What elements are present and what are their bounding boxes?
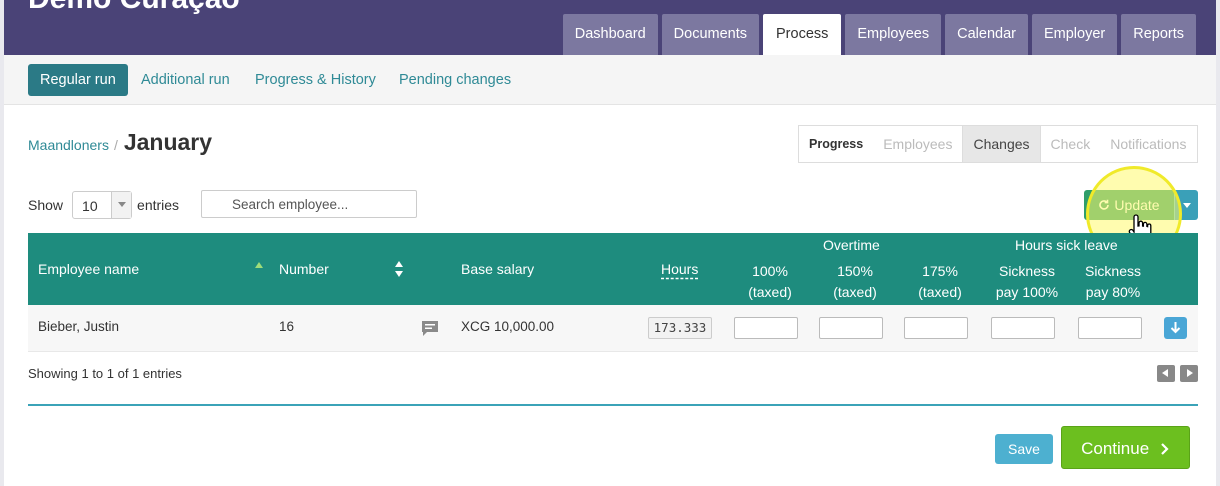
tab-documents[interactable]: Documents <box>661 14 759 55</box>
cell-base-salary: XCG 10,000.00 <box>461 319 555 334</box>
refresh-icon <box>1099 199 1109 210</box>
arrow-down-icon <box>1170 322 1181 334</box>
update-label: Update <box>1114 197 1160 213</box>
tab-employer[interactable]: Employer <box>1031 14 1118 55</box>
chevron-left-icon <box>1162 369 1168 377</box>
header-employee-name[interactable]: Employee name <box>38 259 139 280</box>
subnav-additional-run[interactable]: Additional run <box>141 64 230 96</box>
header-hours: Hours <box>661 261 699 277</box>
entries-label: entries <box>137 197 180 213</box>
header-ot-175-note: (taxed) <box>918 284 962 300</box>
breadcrumb-separator: / <box>113 137 118 153</box>
step-changes[interactable]: Changes <box>962 126 1041 162</box>
header-sick-100-note: pay 100% <box>995 284 1059 300</box>
chevron-right-icon <box>1161 443 1169 455</box>
breadcrumb-parent[interactable]: Maandloners <box>28 137 109 153</box>
app-title: Demo Curaçao <box>28 0 240 16</box>
cell-number: 16 <box>279 319 295 334</box>
entries-select-value: 10 <box>82 198 98 214</box>
page-title: January <box>123 129 213 155</box>
table-row: Bieber, Justin 16 XCG 10,000.00 173.333 <box>28 305 1198 352</box>
input-ot-100[interactable] <box>734 317 798 339</box>
header-ot-100-note: (taxed) <box>748 284 792 300</box>
header-group-sick-leave: Hours sick leave <box>1015 237 1118 253</box>
header-ot-175-pct: 175% <box>922 263 958 279</box>
breadcrumb: Maandloners / January <box>28 129 212 156</box>
step-progress[interactable]: Progress <box>799 126 873 162</box>
tab-process[interactable]: Process <box>763 14 842 55</box>
fill-down-button[interactable] <box>1164 317 1187 339</box>
subnav-pending-changes[interactable]: Pending changes <box>399 64 511 96</box>
subnav-progress-history[interactable]: Progress & History <box>255 64 376 96</box>
input-sick-80[interactable] <box>1078 317 1142 339</box>
cell-hours: 173.333 <box>648 317 712 339</box>
header-sick-100-label: Sickness <box>998 263 1056 279</box>
sort-asc-icon <box>255 262 263 268</box>
divider <box>28 404 1198 406</box>
top-header: Demo Curaçao Dashboard Documents Process… <box>4 0 1216 55</box>
header-ot-150-pct: 150% <box>837 263 873 279</box>
main-nav: Dashboard Documents Process Employees Ca… <box>562 14 1196 55</box>
subnav-regular-run[interactable]: Regular run <box>28 64 128 96</box>
header-sick-100: Sickness pay 100% <box>987 261 1067 303</box>
input-sick-100[interactable] <box>991 317 1055 339</box>
tab-employees[interactable]: Employees <box>845 14 942 55</box>
caret-down-icon <box>1183 203 1191 208</box>
header-ot-150-note: (taxed) <box>833 284 877 300</box>
sub-nav: Regular run Additional run Progress & Hi… <box>4 55 1216 105</box>
save-button[interactable]: Save <box>995 434 1053 464</box>
page-length-control: Show 10 entries <box>28 191 179 219</box>
search-employee-input[interactable] <box>201 190 417 218</box>
input-ot-175[interactable] <box>904 317 968 339</box>
show-label: Show <box>28 197 64 213</box>
input-ot-150[interactable] <box>819 317 883 339</box>
header-ot-100-pct: 100% <box>752 263 788 279</box>
comment-icon[interactable] <box>421 320 439 337</box>
sort-icon <box>395 261 403 277</box>
header-ot-100: 100% (taxed) <box>738 261 802 303</box>
pager-prev-button[interactable] <box>1157 365 1175 382</box>
step-notifications[interactable]: Notifications <box>1100 126 1196 162</box>
tab-dashboard[interactable]: Dashboard <box>562 14 658 55</box>
header-ot-150: 150% (taxed) <box>823 261 887 303</box>
tab-calendar[interactable]: Calendar <box>945 14 1028 55</box>
pager-next-button[interactable] <box>1180 365 1198 382</box>
continue-button[interactable]: Continue <box>1061 426 1190 469</box>
update-dropdown-toggle[interactable] <box>1174 190 1198 220</box>
table-header: Employee name Number Base salary Hours O… <box>28 233 1198 305</box>
process-steps: Progress Employees Changes Check Notific… <box>798 125 1198 163</box>
header-ot-175: 175% (taxed) <box>908 261 972 303</box>
entries-select[interactable]: 10 <box>72 191 133 219</box>
tab-reports[interactable]: Reports <box>1121 14 1196 55</box>
step-employees[interactable]: Employees <box>873 126 962 162</box>
continue-label: Continue <box>1081 439 1150 458</box>
header-sick-80-label: Sickness <box>1084 263 1142 279</box>
step-check[interactable]: Check <box>1041 126 1101 162</box>
chevron-right-icon <box>1187 369 1193 377</box>
header-sick-80-note: pay 80% <box>1085 284 1141 300</box>
table-info: Showing 1 to 1 of 1 entries <box>28 366 182 381</box>
header-base-salary: Base salary <box>461 261 535 277</box>
chevron-down-icon <box>111 192 132 218</box>
header-number[interactable]: Number <box>279 259 329 280</box>
cell-employee-name: Bieber, Justin <box>38 319 120 334</box>
header-group-overtime: Overtime <box>823 237 880 253</box>
header-sick-80: Sickness pay 80% <box>1078 261 1148 303</box>
app-frame: Demo Curaçao Dashboard Documents Process… <box>4 0 1216 486</box>
